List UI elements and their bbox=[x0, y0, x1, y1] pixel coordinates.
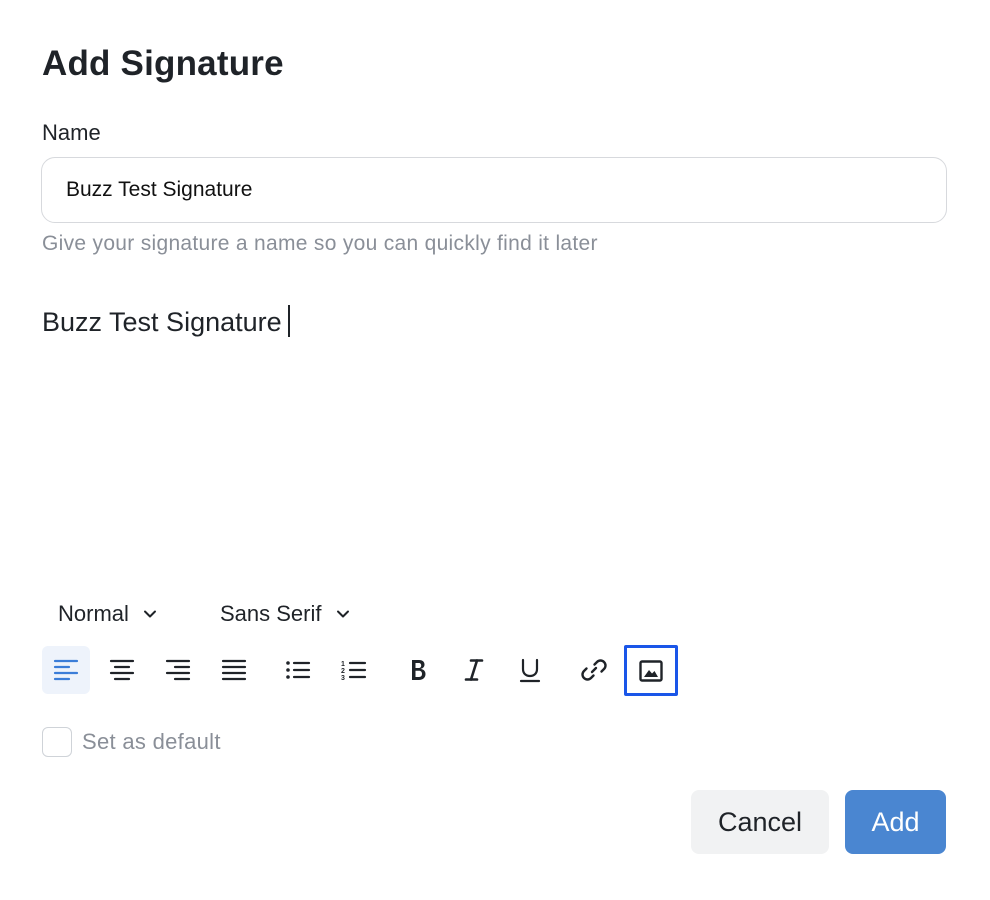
add-button[interactable]: Add bbox=[845, 790, 946, 854]
name-input[interactable] bbox=[41, 157, 947, 223]
set-default-checkbox[interactable] bbox=[42, 727, 72, 757]
image-icon bbox=[639, 659, 663, 682]
size-select-value: Normal bbox=[58, 601, 129, 626]
italic-button[interactable] bbox=[450, 646, 498, 694]
font-select-value: Sans Serif bbox=[220, 601, 322, 626]
bullet-list-button[interactable] bbox=[274, 646, 322, 694]
name-helper-text: Give your signature a name so you can qu… bbox=[42, 232, 598, 255]
align-justify-icon bbox=[221, 659, 247, 681]
image-button[interactable] bbox=[624, 645, 678, 696]
set-default-label: Set as default bbox=[82, 729, 221, 754]
chevron-down-icon bbox=[336, 610, 349, 618]
add-signature-dialog: Add Signature Name Give your signature a… bbox=[0, 0, 990, 900]
align-left-icon bbox=[53, 659, 79, 681]
link-icon bbox=[581, 659, 607, 681]
align-justify-button[interactable] bbox=[210, 646, 258, 694]
cancel-button[interactable]: Cancel bbox=[691, 790, 829, 854]
italic-icon bbox=[464, 659, 484, 681]
dialog-title: Add Signature bbox=[42, 44, 284, 83]
align-left-button[interactable] bbox=[42, 646, 90, 694]
link-button[interactable] bbox=[570, 646, 618, 694]
numbered-list-icon: 1 2 3 bbox=[341, 661, 367, 681]
size-select[interactable]: Normal bbox=[58, 598, 157, 630]
bold-icon bbox=[412, 660, 426, 680]
svg-text:1: 1 bbox=[341, 661, 345, 668]
svg-text:3: 3 bbox=[341, 675, 345, 681]
align-right-button[interactable] bbox=[154, 646, 202, 694]
font-select[interactable]: Sans Serif bbox=[220, 598, 350, 630]
align-right-icon bbox=[165, 659, 191, 681]
numbered-list-button[interactable]: 1 2 3 bbox=[330, 646, 378, 694]
set-default-option[interactable]: Set as default bbox=[42, 727, 221, 757]
chevron-down-icon bbox=[143, 610, 156, 618]
underline-button[interactable] bbox=[506, 646, 554, 694]
svg-text:2: 2 bbox=[341, 668, 345, 675]
bold-button[interactable] bbox=[394, 646, 442, 694]
editor-content: Buzz Test Signature bbox=[42, 307, 282, 337]
text-cursor bbox=[287, 305, 290, 337]
align-center-button[interactable] bbox=[98, 646, 146, 694]
underline-icon bbox=[519, 658, 541, 683]
name-label: Name bbox=[42, 120, 101, 145]
signature-editor[interactable]: Buzz Test Signature bbox=[42, 305, 948, 575]
bullet-list-icon bbox=[286, 661, 311, 679]
align-center-icon bbox=[109, 659, 135, 681]
